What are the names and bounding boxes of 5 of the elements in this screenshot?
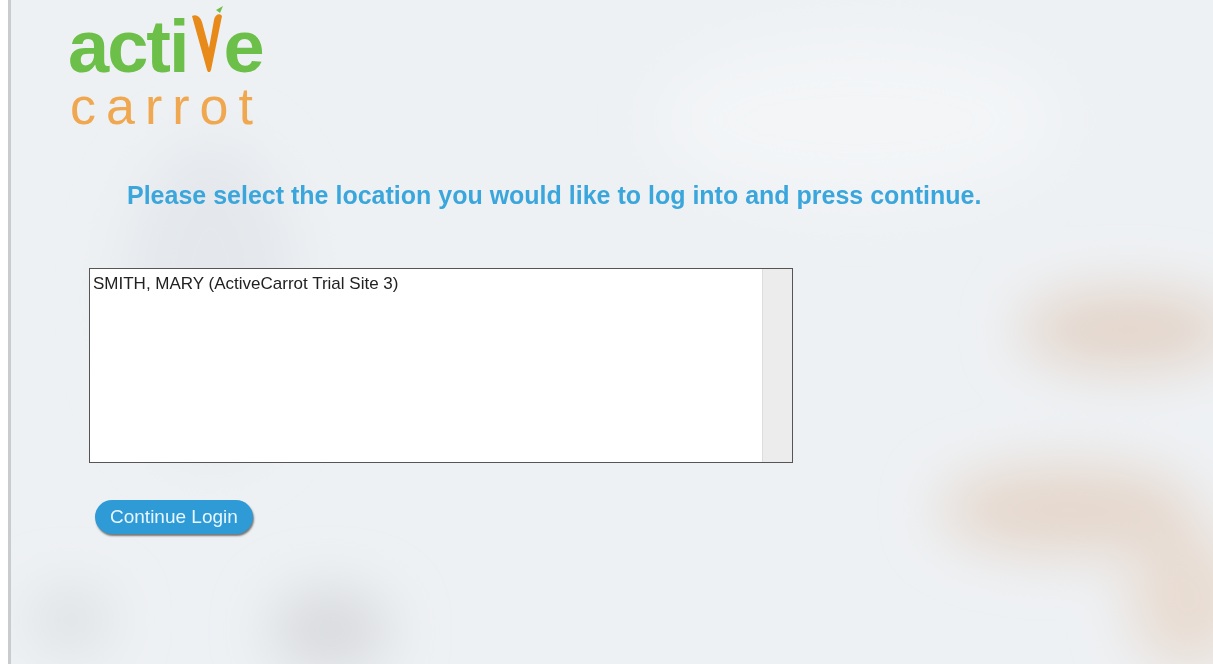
scrollbar-track[interactable] [762,269,792,462]
carrot-icon [189,4,224,72]
location-option[interactable]: SMITH, MARY (ActiveCarrot Trial Site 3) [92,273,760,295]
location-listbox[interactable]: SMITH, MARY (ActiveCarrot Trial Site 3) [89,268,793,463]
instruction-heading: Please select the location you would like to log into and press continue. [127,180,983,211]
